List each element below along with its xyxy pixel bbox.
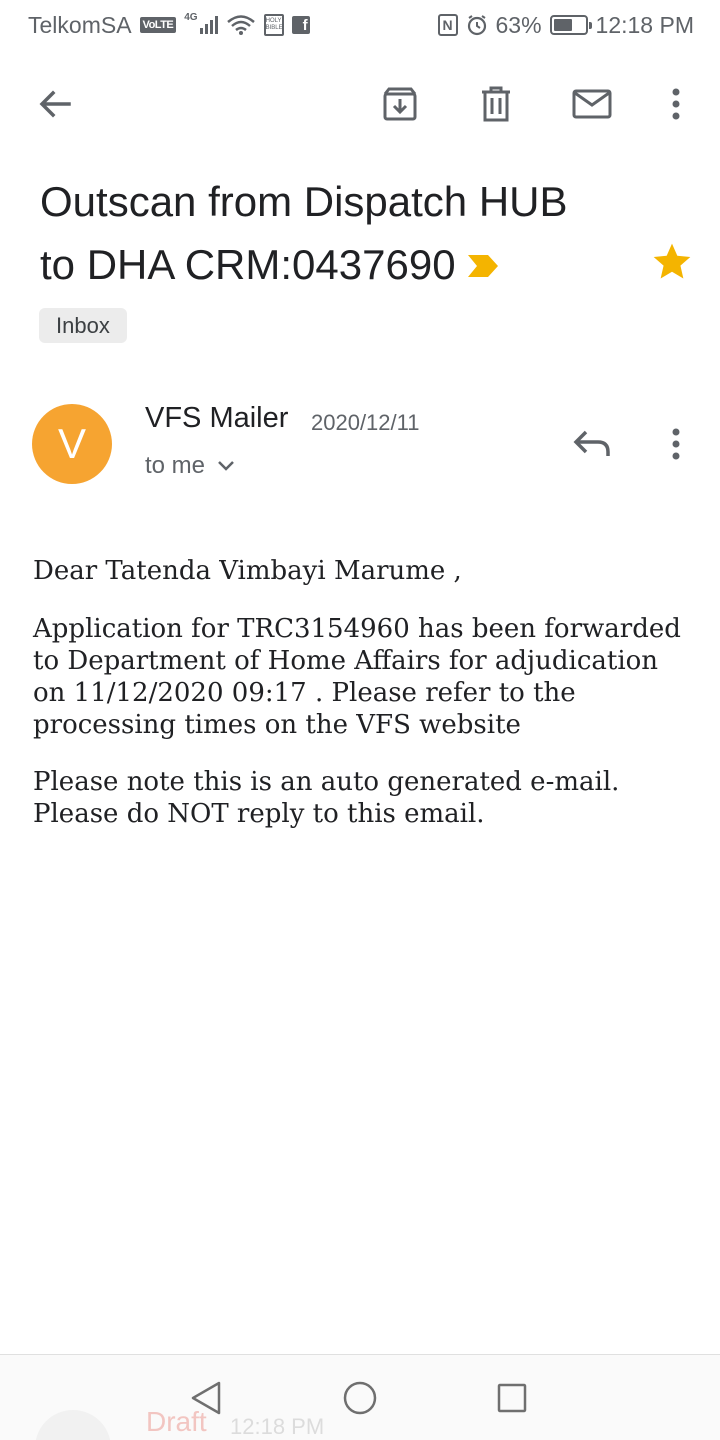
greeting: Dear Tatenda Vimbayi Marume , <box>33 556 462 586</box>
volte-badge: VoLTE <box>139 17 177 33</box>
delete-icon <box>482 86 510 122</box>
more-options-button[interactable] <box>652 80 700 128</box>
nav-recents-button[interactable] <box>484 1370 540 1426</box>
carrier-name: TelkomSA <box>28 11 132 38</box>
subject-line-1: Outscan from Dispatch HUB <box>40 178 568 225</box>
body-line: Please note this is an auto generated e-… <box>33 767 620 797</box>
recipients-label: to me <box>145 452 206 479</box>
clock: 12:18 PM <box>595 11 694 38</box>
bible-app-icon: HOLY BIBLE <box>263 14 284 36</box>
alarm-icon <box>467 15 486 36</box>
status-bar: TelkomSA VoLTE 4G HOLY BIBLE f N 63% 12:… <box>0 0 720 50</box>
more-vert-icon <box>672 88 680 120</box>
more-vert-icon <box>672 428 680 460</box>
nav-buttons <box>0 1370 720 1426</box>
nav-back-button[interactable] <box>178 1370 234 1426</box>
important-marker-icon[interactable] <box>466 233 500 296</box>
chevron-down-icon <box>218 461 234 471</box>
signal-icon <box>199 16 218 34</box>
archive-button[interactable] <box>376 80 424 128</box>
square-recents-icon <box>497 1383 527 1413</box>
email-date: 2020/12/11 <box>311 410 420 435</box>
back-arrow-icon <box>39 90 71 118</box>
star-icon[interactable] <box>650 240 694 284</box>
battery-level <box>553 19 573 31</box>
battery-percent: 63% <box>495 11 542 38</box>
top-app-bar <box>0 70 720 136</box>
sender-name: VFS Mailer <box>145 402 289 434</box>
body-line: Please do NOT reply to this email. <box>33 799 485 829</box>
body-paragraph-2: Please note this is an auto generated e-… <box>33 766 693 830</box>
delete-button[interactable] <box>472 80 520 128</box>
battery-icon <box>549 15 592 35</box>
wifi-icon <box>226 15 255 35</box>
back-button[interactable] <box>31 80 79 128</box>
archive-icon <box>383 87 417 121</box>
triangle-back-icon <box>191 1381 221 1415</box>
nav-home-button[interactable] <box>332 1370 388 1426</box>
circle-home-icon <box>343 1381 377 1415</box>
body-line: Application for TRC3154960 has been forw… <box>33 614 681 644</box>
facebook-icon: f <box>291 16 310 34</box>
reply-icon <box>573 430 610 456</box>
body-line: to Department of Home Affairs for adjudi… <box>33 646 659 676</box>
nfc-icon: N <box>437 14 458 36</box>
network-type: 4G <box>184 11 198 23</box>
body-line: on 11/12/2020 09:17 . Please refer to th… <box>33 678 576 708</box>
message-more-button[interactable] <box>652 420 700 468</box>
mark-unread-icon <box>572 89 612 119</box>
sender-avatar[interactable]: V <box>32 404 112 484</box>
recipients-toggle[interactable]: to me <box>145 452 235 480</box>
reply-button[interactable] <box>568 420 616 468</box>
mark-unread-button[interactable] <box>568 80 616 128</box>
email-body: Dear Tatenda Vimbayi Marume , Applicatio… <box>33 555 693 855</box>
body-paragraph-1: Application for TRC3154960 has been forw… <box>33 613 693 741</box>
subject-line-2: to DHA CRM:0437690 <box>40 241 456 288</box>
label-chip-inbox[interactable]: Inbox <box>39 308 127 343</box>
email-subject: Outscan from Dispatch HUB to DHA CRM:043… <box>40 170 640 296</box>
body-line: processing times on the VFS website <box>33 710 521 740</box>
